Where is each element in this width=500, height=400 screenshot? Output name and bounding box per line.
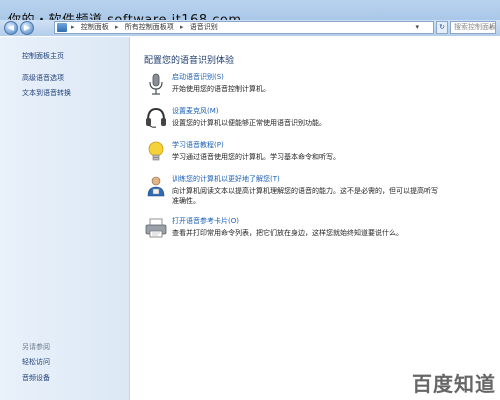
sidebar-item-ease-of-access[interactable]: 轻松访问 bbox=[22, 357, 50, 367]
setup-microphone-link[interactable]: 设置麦克风(M) bbox=[172, 106, 219, 116]
list-item: 启动语音识别(S) 开始使用您的语音控制计算机。 bbox=[144, 72, 494, 98]
breadcrumb-all-items[interactable]: 所有控制面板项 bbox=[125, 23, 174, 31]
breadcrumb-speech-recognition[interactable]: 语音识别 bbox=[190, 23, 218, 31]
item-description: 开始使用您的语音控制计算机。 bbox=[172, 85, 270, 93]
item-description-line: 准确性。 bbox=[172, 197, 200, 205]
list-item: 学习语音教程(P) 学习通过语音使用您的计算机。学习基本命令和听写。 bbox=[144, 140, 494, 166]
navigation-bar: ◀ ▶ ▸ 控制面板 ▸ 所有控制面板项 ▸ 语音识别 ▾ ↻ 搜索控制面板 ⌕ bbox=[0, 20, 500, 36]
start-speech-recognition-link[interactable]: 启动语音识别(S) bbox=[172, 72, 224, 82]
item-description: 设置您的计算机以便能够正常使用语音识别功能。 bbox=[172, 119, 326, 127]
address-bar[interactable]: ▸ 控制面板 ▸ 所有控制面板项 ▸ 语音识别 ▾ bbox=[54, 21, 434, 34]
printer-icon bbox=[145, 218, 167, 238]
sidebar-item-advanced-speech-options[interactable]: 高级语音选项 bbox=[22, 73, 64, 83]
back-arrow-icon[interactable]: ◀ bbox=[4, 21, 18, 35]
sidebar: 控制面板主页 高级语音选项 文本到语音转换 另请参阅 轻松访问 音频设备 bbox=[0, 37, 130, 400]
item-description: 查看并打印常用命令列表，把它们放在身边，这样您就始终知道要说什么。 bbox=[172, 229, 403, 237]
sidebar-item-audio-devices[interactable]: 音频设备 bbox=[22, 373, 50, 383]
sidebar-item-text-to-speech[interactable]: 文本到语音转换 bbox=[22, 88, 71, 98]
search-input[interactable]: 搜索控制面板 ⌕ bbox=[450, 21, 496, 34]
breadcrumb-separator: ▸ bbox=[71, 23, 75, 31]
headset-icon bbox=[146, 107, 166, 128]
speech-reference-card-link[interactable]: 打开语音参考卡片(O) bbox=[172, 216, 239, 226]
breadcrumb-control-panel[interactable]: 控制面板 bbox=[81, 23, 109, 31]
item-description: 学习通过语音使用您的计算机。学习基本命令和听写。 bbox=[172, 153, 340, 161]
forward-arrow-icon[interactable]: ▶ bbox=[20, 21, 34, 35]
lightbulb-icon bbox=[148, 141, 164, 161]
sidebar-item-control-panel-home[interactable]: 控制面板主页 bbox=[22, 51, 64, 61]
refresh-icon[interactable]: ↻ bbox=[436, 21, 448, 34]
speech-tutorial-link[interactable]: 学习语音教程(P) bbox=[172, 140, 224, 150]
watermark-bottom: 百度知道 bbox=[412, 372, 496, 396]
list-item: 训练您的计算机以更好地了解您(T) 向计算机阅读文本以提高计算机理解您的语音的能… bbox=[144, 174, 494, 210]
item-description: 向计算机阅读文本以提高计算机理解您的语音的能力。这不是必需的，但可以提高听写 准… bbox=[172, 186, 438, 206]
microphone-icon bbox=[149, 73, 163, 95]
item-description-line: 向计算机阅读文本以提高计算机理解您的语音的能力。这不是必需的，但可以提高听写 bbox=[172, 187, 438, 195]
list-item: 设置麦克风(M) 设置您的计算机以便能够正常使用语音识别功能。 bbox=[144, 106, 494, 132]
list-item: 打开语音参考卡片(O) 查看并打印常用命令列表，把它们放在身边，这样您就始终知道… bbox=[144, 216, 494, 242]
see-also-heading: 另请参阅 bbox=[22, 343, 50, 351]
main-content: 配置您的语音识别体验 启动语音识别(S) 开始使用您的语音控制计算机。 设置麦克… bbox=[130, 37, 500, 400]
chevron-down-icon[interactable]: ▾ bbox=[415, 22, 419, 33]
train-computer-link[interactable]: 训练您的计算机以更好地了解您(T) bbox=[172, 174, 280, 184]
page-title: 配置您的语音识别体验 bbox=[144, 56, 235, 66]
breadcrumb-separator: ▸ bbox=[114, 23, 119, 31]
control-panel-icon bbox=[57, 23, 67, 32]
person-train-icon bbox=[147, 176, 165, 197]
search-icon[interactable]: ⌕ bbox=[489, 22, 493, 33]
breadcrumb-separator: ▸ bbox=[179, 23, 184, 31]
